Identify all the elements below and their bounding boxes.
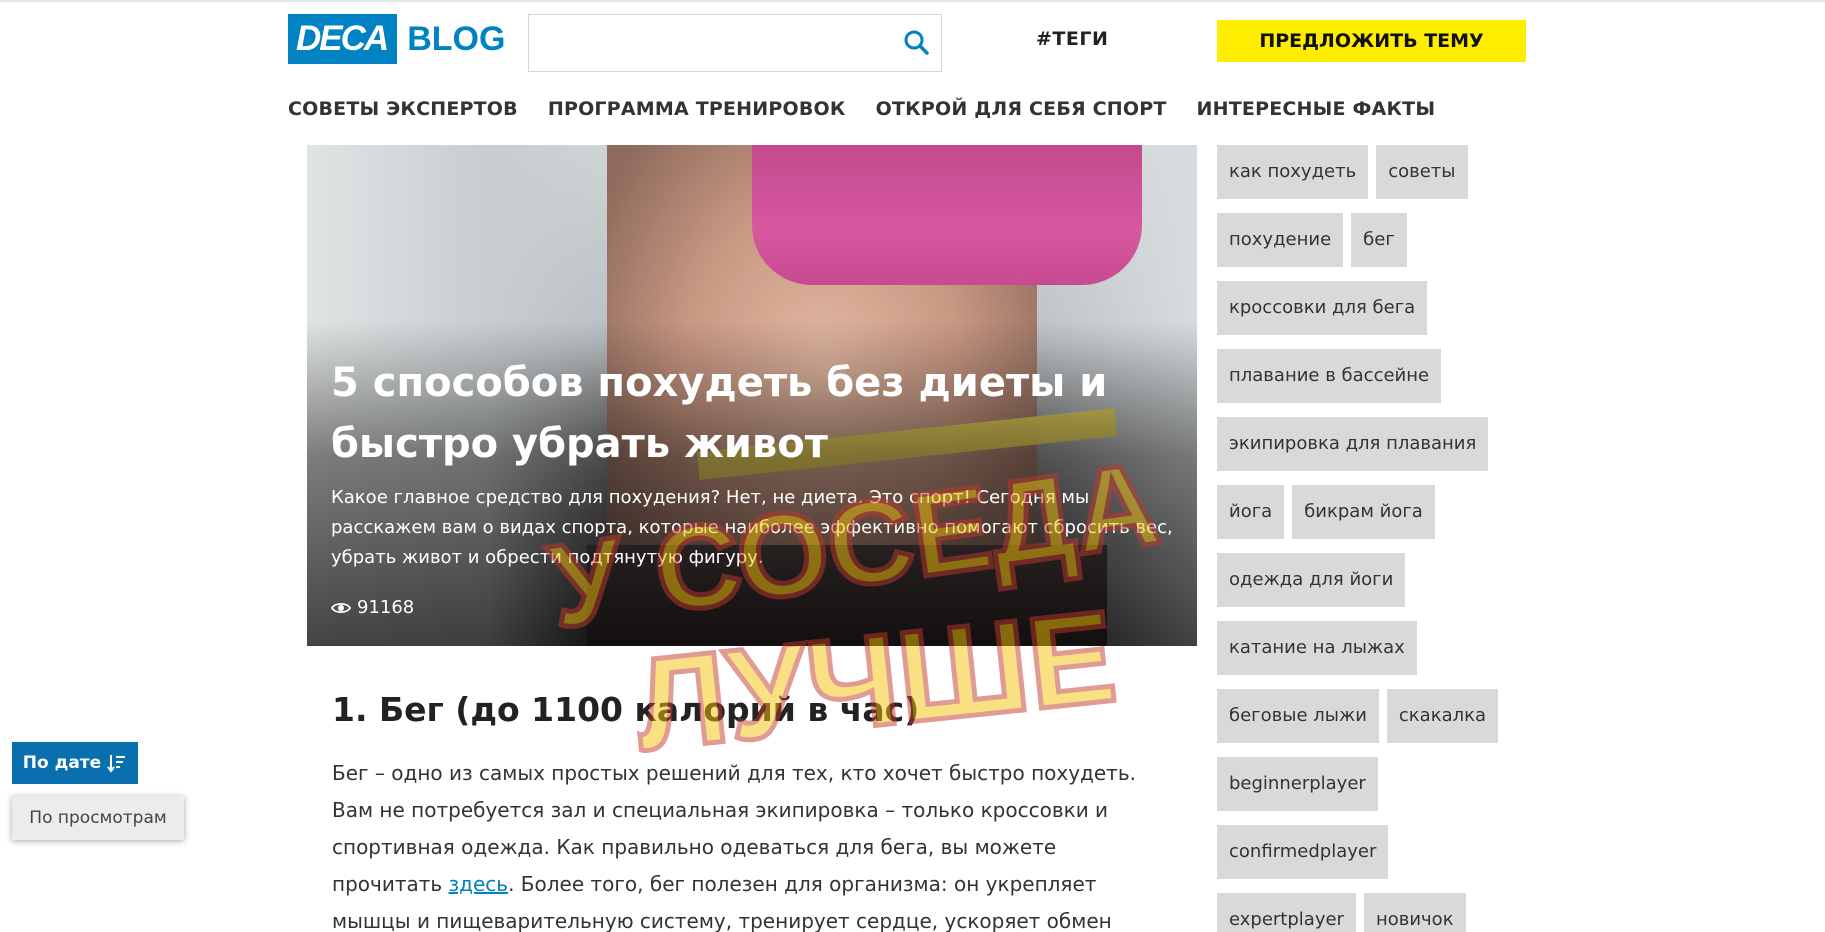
sort-by-date-button[interactable]: По дате — [12, 742, 138, 784]
logo-deca-text: DECA — [288, 14, 398, 64]
hero-view-count: 91168 — [331, 597, 414, 618]
tag-item[interactable]: йога — [1217, 485, 1285, 539]
tags-link[interactable]: #ТЕГИ — [1036, 28, 1108, 50]
article-inline-link[interactable]: здесь — [449, 872, 509, 896]
tag-item[interactable]: одежда для йоги — [1217, 553, 1406, 607]
tag-item[interactable]: экипировка для плавания — [1217, 417, 1489, 471]
search-button[interactable] — [901, 27, 933, 59]
view-count-value: 91168 — [357, 597, 415, 618]
hero-description: Какое главное средство для похудения? Не… — [331, 487, 1173, 568]
hero-article-card[interactable]: 5 способов похудеть без диеты и быстро у… — [307, 145, 1197, 646]
deca-blog-logo[interactable]: DECA BLOG — [288, 14, 505, 64]
search-input[interactable] — [529, 15, 889, 71]
tag-item[interactable]: новичок — [1363, 893, 1466, 932]
tag-item[interactable]: бикрам йога — [1292, 485, 1435, 539]
tag-item[interactable]: expertplayer — [1217, 893, 1356, 932]
tag-item[interactable]: confirmedplayer — [1217, 825, 1389, 879]
search-box — [528, 14, 942, 72]
tag-item[interactable]: катание на лыжах — [1217, 621, 1417, 675]
tag-item[interactable]: как похудеть — [1217, 145, 1369, 199]
tag-item[interactable]: beginnerplayer — [1217, 757, 1378, 811]
nav-item-discover-sport[interactable]: ОТКРОЙ ДЛЯ СЕБЯ СПОРТ — [876, 98, 1167, 120]
hero-title[interactable]: 5 способов похудеть без диеты и быстро у… — [331, 353, 1171, 475]
nav-item-interesting-facts[interactable]: ИНТЕРЕСНЫЕ ФАКТЫ — [1197, 98, 1436, 120]
tag-item[interactable]: скакалка — [1386, 689, 1499, 743]
nav-item-expert-advice[interactable]: СОВЕТЫ ЭКСПЕРТОВ — [288, 98, 518, 120]
tag-cloud: как похудеть советы похудение бег кроссо… — [1217, 145, 1507, 932]
tag-item[interactable]: похудение — [1217, 213, 1344, 267]
top-divider — [0, 0, 1825, 2]
article-paragraph: Бег – одно из самых простых решений для … — [332, 755, 1152, 932]
tag-item[interactable]: беговые лыжи — [1217, 689, 1379, 743]
tag-item[interactable]: кроссовки для бега — [1217, 281, 1428, 335]
eye-icon — [331, 602, 351, 613]
sort-descending-icon — [107, 755, 126, 773]
tag-item[interactable]: плавание в бассейне — [1217, 349, 1442, 403]
main-nav: СОВЕТЫ ЭКСПЕРТОВ ПРОГРАММА ТРЕНИРОВОК ОТ… — [288, 98, 1465, 120]
article-section-heading: 1. Бег (до 1100 калорий в час) — [332, 690, 920, 729]
nav-item-training-program[interactable]: ПРОГРАММА ТРЕНИРОВОК — [548, 98, 846, 120]
sort-by-date-label: По дате — [22, 753, 102, 773]
logo-blog-text: BLOG — [407, 19, 506, 58]
tag-item[interactable]: советы — [1376, 145, 1468, 199]
tag-item[interactable]: бег — [1351, 213, 1407, 267]
sort-by-views-button[interactable]: По просмотрам — [12, 796, 184, 840]
search-icon — [904, 30, 929, 55]
suggest-topic-button[interactable]: ПРЕДЛОЖИТЬ ТЕМУ — [1217, 20, 1526, 62]
